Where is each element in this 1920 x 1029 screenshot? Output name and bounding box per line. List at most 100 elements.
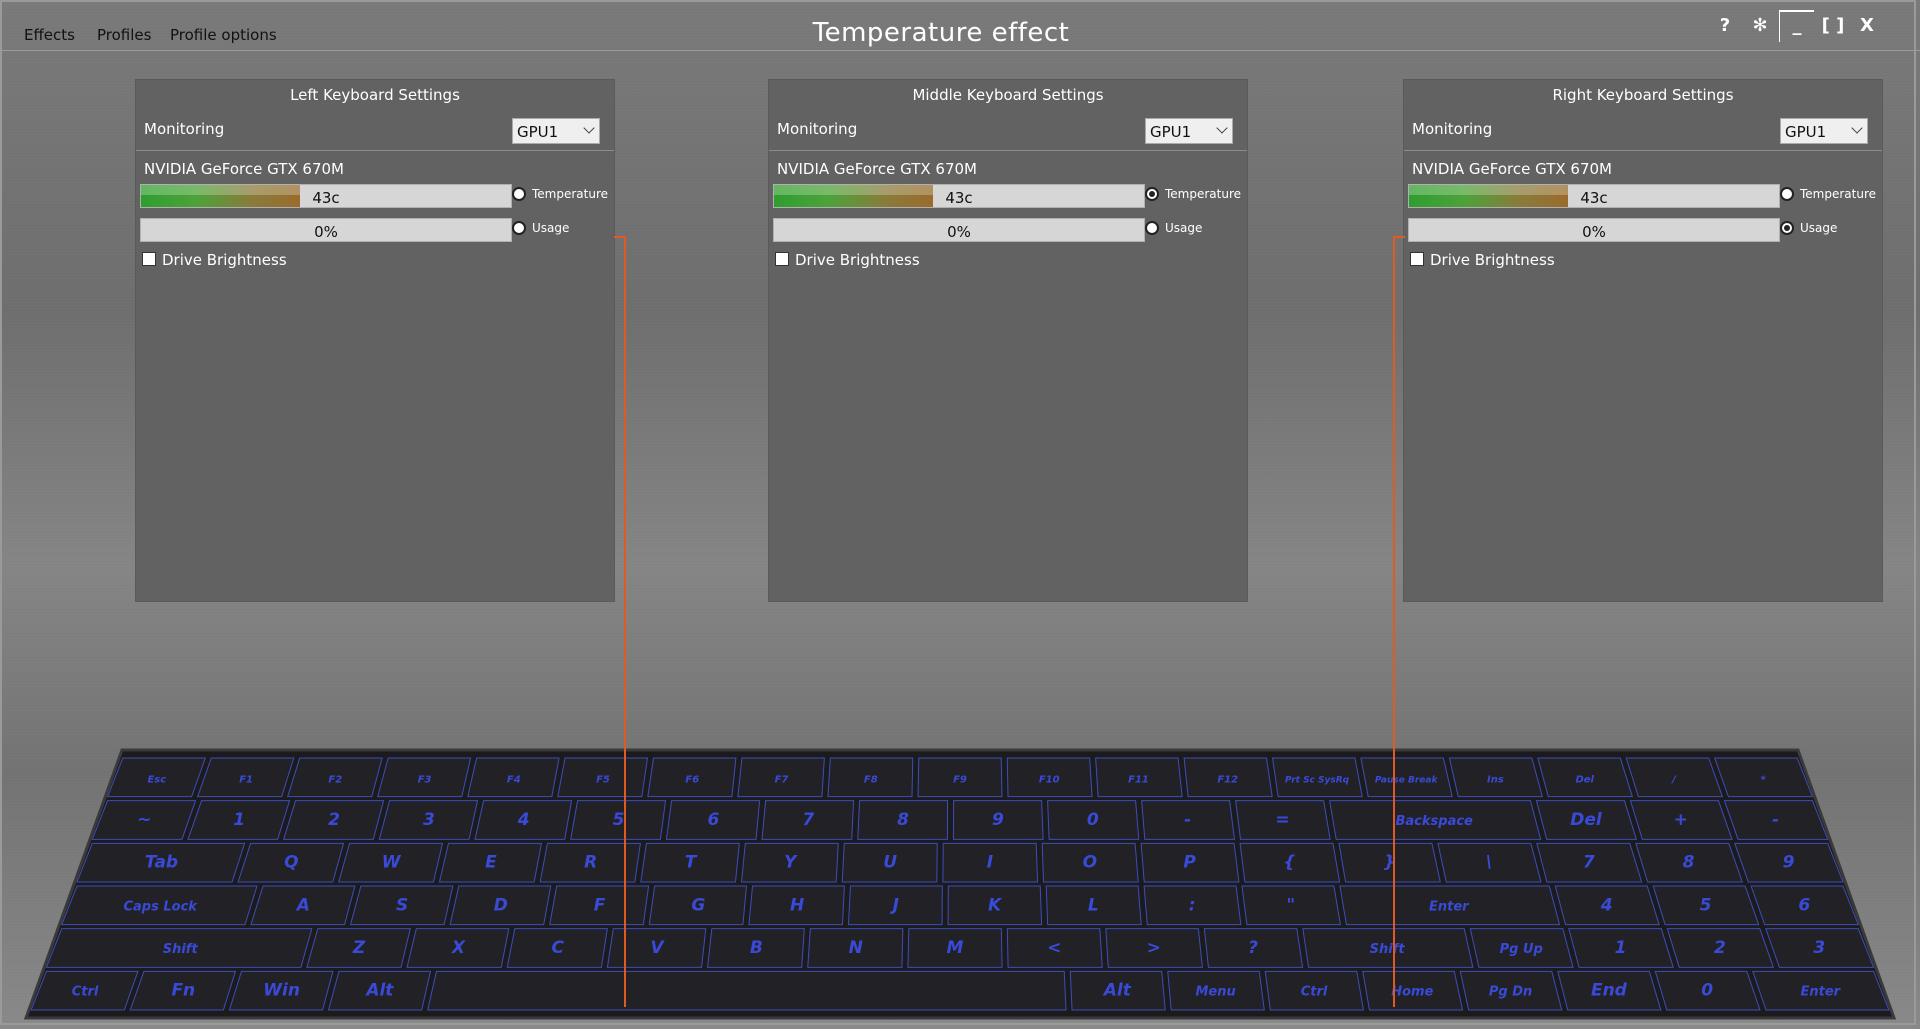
key-label: 5	[1700, 895, 1712, 915]
window-title: Temperature effect	[812, 18, 1070, 48]
key-label: F7	[775, 774, 789, 785]
key-label: Prt Sc SysRq	[1285, 775, 1350, 785]
right-zone-marker-line[interactable]	[1393, 237, 1395, 1007]
temperature-bar: 43c	[140, 184, 512, 208]
usage-bar: 0%	[1408, 218, 1780, 242]
panel-title: Right Keyboard Settings	[1552, 86, 1734, 104]
monitoring-label: Monitoring	[777, 120, 858, 138]
close-button[interactable]: X	[1852, 12, 1882, 42]
key-label: 4	[1600, 895, 1613, 915]
key-label: Enter	[1429, 899, 1470, 914]
key-label: F4	[507, 774, 521, 785]
key-label: Y	[784, 853, 798, 873]
drive-brightness-checkbox[interactable]	[142, 252, 156, 266]
key-label: F	[594, 895, 606, 915]
key-label: N	[849, 938, 863, 958]
monitoring-select[interactable]: GPU1	[1780, 118, 1868, 144]
temperature-radio[interactable]	[512, 187, 526, 201]
key-label: 2	[1714, 938, 1726, 958]
key-label: Backspace	[1396, 814, 1474, 829]
help-button[interactable]: ?	[1710, 12, 1740, 42]
monitoring-select[interactable]: GPU1	[1145, 118, 1233, 144]
temperature-radio-label: Temperature	[1800, 187, 1877, 201]
key-label: Ins	[1487, 774, 1504, 785]
key-label: P	[1183, 853, 1196, 873]
key-label: F1	[239, 774, 253, 785]
key-label: :	[1189, 895, 1196, 915]
key-label: R	[584, 853, 597, 873]
key-label: 6	[1798, 895, 1810, 915]
left-zone-marker-line[interactable]	[624, 237, 626, 1007]
key-label: K	[988, 895, 1003, 915]
key-label: 9	[992, 810, 1004, 830]
key-label: ?	[1248, 938, 1258, 958]
key-label: Ctrl	[1301, 985, 1328, 1000]
drive-brightness-checkbox[interactable]	[775, 252, 789, 266]
drive-brightness-label: Drive Brightness	[795, 251, 920, 269]
usage-radio[interactable]	[1780, 221, 1794, 235]
key-label: Z	[352, 938, 366, 958]
key-label: 8	[1683, 853, 1695, 873]
key-label: F12	[1217, 774, 1238, 785]
monitoring-label: Monitoring	[144, 120, 225, 138]
temperature-radio[interactable]	[1145, 187, 1159, 201]
key-label: Q	[284, 853, 298, 873]
monitoring-select[interactable]: GPU1	[512, 118, 600, 144]
temperature-radio[interactable]	[1780, 187, 1794, 201]
temperature-value: 43c	[312, 189, 340, 207]
drive-brightness-checkbox[interactable]	[1410, 252, 1424, 266]
usage-radio[interactable]	[512, 221, 526, 235]
gpu-name: NVIDIA GeForce GTX 670M	[1412, 160, 1612, 178]
monitoring-select-value: GPU1	[517, 123, 559, 141]
key-label: H	[790, 895, 804, 915]
key-label: D	[494, 895, 508, 915]
divider	[136, 150, 614, 151]
key-label: \	[1486, 853, 1492, 873]
key[interactable]	[427, 970, 1067, 1011]
keyboard-preview: Esc F1 F2 F3 F4 F5 F6 F7 F8 F9 F10 F11 F12 Prt Sc Sys…	[23, 748, 1897, 1020]
key-label: Pause Break	[1375, 775, 1439, 785]
usage-value: 0%	[1582, 223, 1606, 241]
divider	[769, 150, 1247, 151]
key-label: Alt	[1102, 981, 1132, 1001]
key-label: Enter	[1801, 985, 1842, 1000]
gpu-name: NVIDIA GeForce GTX 670M	[144, 160, 344, 178]
panel-title: Middle Keyboard Settings	[912, 86, 1104, 104]
temperature-value: 43c	[1580, 189, 1608, 207]
key-label: O	[1083, 853, 1097, 873]
key-label: 6	[707, 810, 719, 830]
usage-value: 0%	[947, 223, 971, 241]
key-label: 9	[1783, 853, 1795, 873]
key-label: *	[1761, 774, 1767, 785]
key-label: Caps Lock	[123, 899, 198, 914]
key-label: C	[551, 938, 564, 958]
key-label: F2	[328, 774, 342, 785]
key-label: 1	[233, 810, 245, 830]
maximize-button[interactable]: [ ]	[1816, 12, 1850, 42]
key-label: 0	[1087, 810, 1099, 830]
key-label: Win	[263, 981, 300, 1001]
temperature-value: 43c	[945, 189, 973, 207]
key-label: X	[451, 938, 466, 958]
chevron-down-icon	[1216, 122, 1228, 134]
chevron-down-icon	[583, 122, 595, 134]
key-label: 5	[613, 810, 625, 830]
right-keyboard-panel: Right Keyboard Settings Monitoring GPU1 …	[1403, 79, 1883, 602]
left-marker-tick	[614, 236, 626, 238]
key-label: M	[947, 938, 964, 958]
key-label: Ctrl	[72, 985, 99, 1000]
settings-gear-icon[interactable]: ✻	[1745, 12, 1775, 42]
key-label: -	[1772, 810, 1779, 830]
key-label: 8	[897, 810, 909, 830]
key-label: Shift	[163, 942, 199, 957]
key-label: 3	[1813, 938, 1825, 958]
key-label: Pg Up	[1500, 942, 1543, 957]
minimize-button[interactable]: _	[1779, 10, 1814, 42]
key-label: >	[1147, 938, 1161, 958]
temperature-radio-label: Temperature	[532, 187, 609, 201]
usage-radio[interactable]	[1145, 221, 1159, 235]
key-label: V	[650, 938, 665, 958]
temperature-bar: 43c	[773, 184, 1145, 208]
usage-radio-label: Usage	[1800, 221, 1838, 235]
key-label: W	[382, 853, 402, 873]
